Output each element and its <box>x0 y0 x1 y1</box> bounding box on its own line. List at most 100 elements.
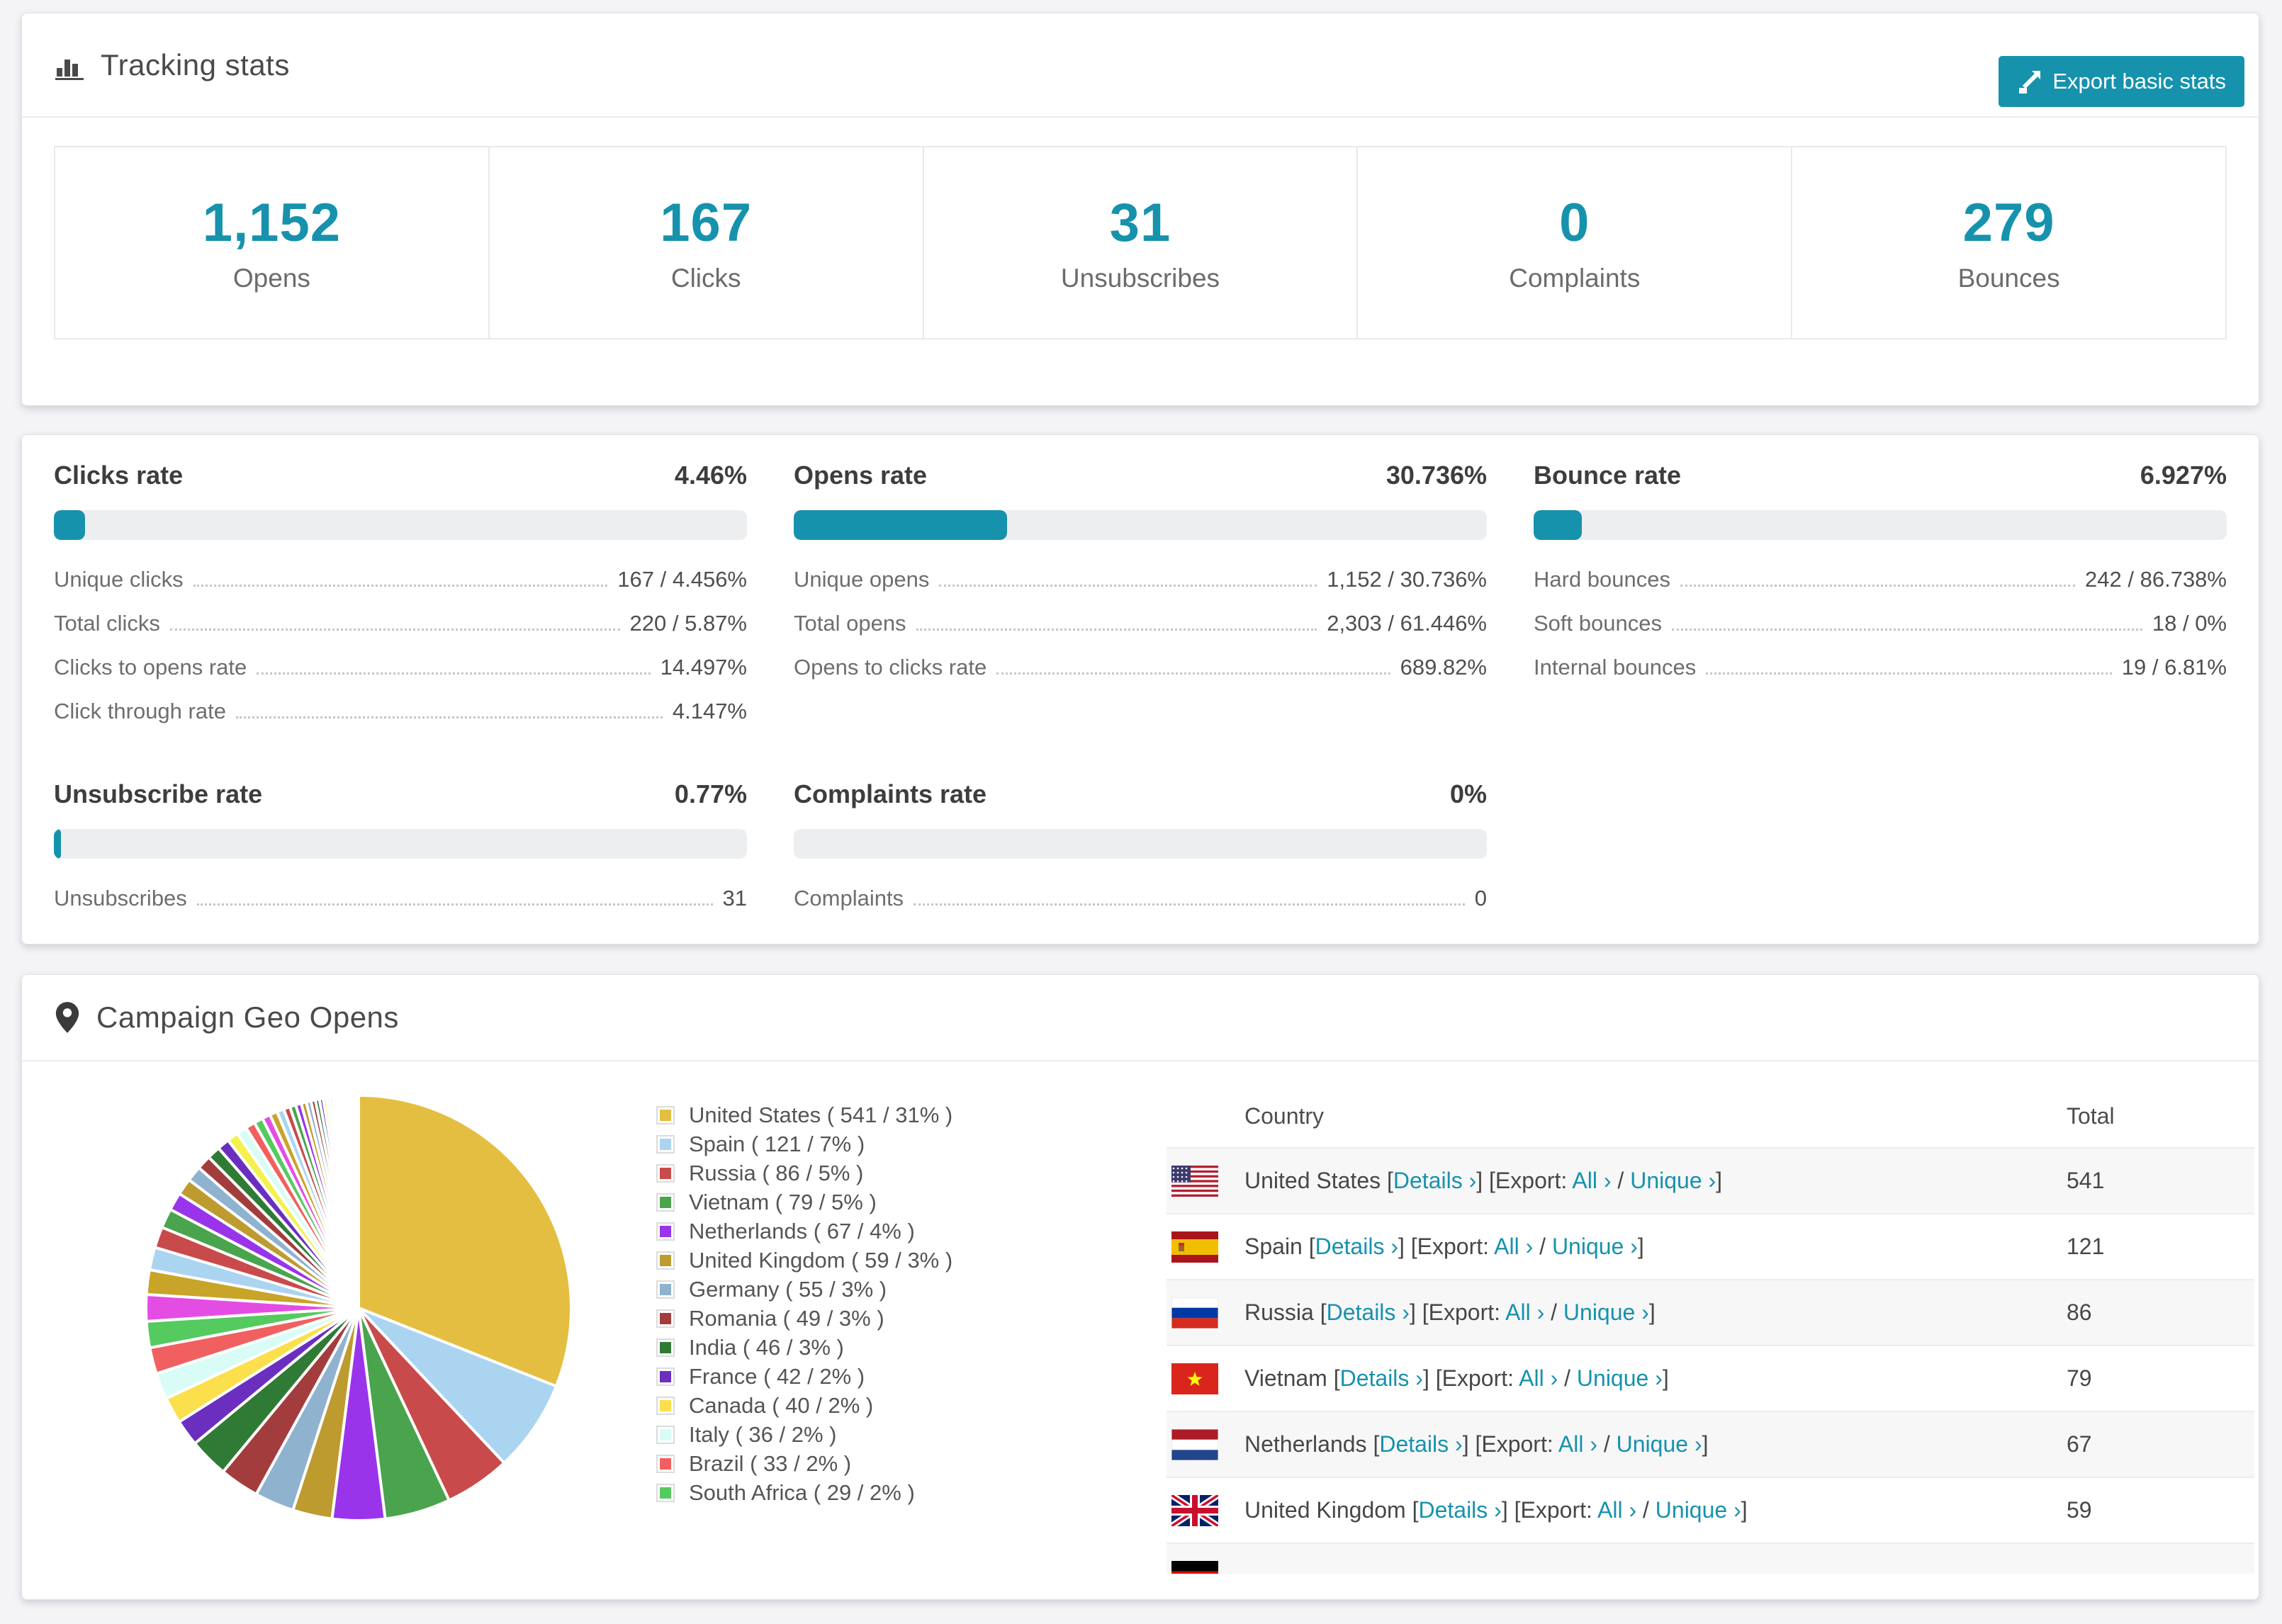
separator: / <box>1544 1299 1563 1325</box>
tracking-stats-title-text: Tracking stats <box>101 47 290 81</box>
export-prefix: [Export: <box>1410 1234 1495 1259</box>
legend-swatch <box>656 1251 675 1270</box>
dotted-leader <box>1671 628 2142 631</box>
export-unique-link[interactable]: Unique › <box>1552 1234 1638 1259</box>
geo-opens-table: Country Total United States [Details ›] … <box>1167 1085 2254 1574</box>
gb-flag-icon <box>1171 1495 1218 1526</box>
country-cell: Russia [Details ›] [Export: All › / Uniq… <box>1244 1299 1656 1326</box>
separator: / <box>1533 1234 1552 1259</box>
legend-swatch <box>656 1222 675 1241</box>
geo-opens-body: United States ( 541 / 31% ) Spain ( 121 /… <box>22 1061 2259 1574</box>
tracking-stats-card: Tracking stats Export basic stats 1,152 O… <box>21 13 2259 406</box>
country-name: Netherlands <box>1244 1431 1373 1457</box>
geo-table-row-united-kingdom: United Kingdom [Details ›] [Export: All … <box>1167 1477 2254 1543</box>
legend-swatch <box>656 1134 675 1154</box>
details-link[interactable]: Details › <box>1315 1234 1398 1259</box>
export-all-link[interactable]: All › <box>1505 1299 1544 1325</box>
bracket: [ <box>1320 1299 1327 1325</box>
geo-table-row-de <box>1167 1543 2254 1574</box>
country-name: Vietnam <box>1244 1365 1334 1391</box>
export-unique-link[interactable]: Unique › <box>1577 1365 1663 1391</box>
campaign-geo-opens-card: Campaign Geo Opens United States ( 541 /… <box>21 974 2259 1600</box>
dotted-leader <box>996 672 1390 675</box>
country-name: United Kingdom <box>1244 1497 1412 1523</box>
legend-label: Russia ( 86 / 5% ) <box>689 1160 864 1185</box>
export-unique-link[interactable]: Unique › <box>1617 1431 1702 1457</box>
geo-table-row-russia: Russia [Details ›] [Export: All › / Uniq… <box>1167 1279 2254 1345</box>
export-basic-stats-button[interactable]: Export basic stats <box>1999 56 2244 107</box>
legend-item-united-kingdom: United Kingdom ( 59 / 3% ) <box>656 1246 952 1275</box>
details-link[interactable]: Details › <box>1340 1365 1423 1391</box>
export-all-link[interactable]: All › <box>1597 1497 1636 1523</box>
country-name: United States <box>1244 1168 1387 1193</box>
legend-item-france: France ( 42 / 2% ) <box>656 1362 952 1391</box>
details-link[interactable]: Details › <box>1393 1168 1476 1193</box>
metric-label: Complaints <box>794 886 904 910</box>
country-cell: United Kingdom [Details ›] [Export: All … <box>1244 1497 1748 1523</box>
complaints-rate-metrics: Complaints 0 <box>794 886 1487 911</box>
bracket: ] <box>1648 1299 1656 1325</box>
export-prefix: [Export: <box>1514 1497 1597 1523</box>
export-all-link[interactable]: All › <box>1572 1168 1611 1193</box>
export-unique-link[interactable]: Unique › <box>1656 1497 1741 1523</box>
metric-value: 18 / 0% <box>2152 611 2227 636</box>
export-icon <box>2017 69 2042 94</box>
legend-swatch <box>656 1338 675 1357</box>
rates-grid-bottom: Unsubscribe rate 0.77% Unsubscribes 31 Co… <box>54 779 2227 930</box>
bracket: ] <box>1422 1365 1436 1391</box>
vn-flag-icon <box>1171 1363 1218 1394</box>
stat-label: Complaints <box>1509 264 1641 293</box>
opens-rate-metrics: Unique opens 1,152 / 30.736% Total opens 2,… <box>794 567 1487 680</box>
legend-item-vietnam: Vietnam ( 79 / 5% ) <box>656 1188 952 1217</box>
unsubscribe-rate-value: 0.77% <box>674 779 747 808</box>
dotted-leader <box>235 716 663 718</box>
metric-label: Clicks to opens rate <box>54 655 247 680</box>
total-cell: 67 <box>2067 1431 2092 1457</box>
stat-label: Bounces <box>1957 264 2060 293</box>
legend-item-netherlands: Netherlands ( 67 / 4% ) <box>656 1217 952 1246</box>
export-all-link[interactable]: All › <box>1558 1431 1597 1457</box>
stat-box-bounces: 279 Bounces <box>1791 146 2227 339</box>
geo-table-row-united-states: United States [Details ›] [Export: All ›… <box>1167 1147 2254 1213</box>
opens-rate-progressbar <box>794 510 1487 540</box>
opens-rate-value: 30.736% <box>1386 461 1487 490</box>
metric-row: Total opens 2,303 / 61.446% <box>794 611 1487 636</box>
total-cell: 541 <box>2067 1168 2105 1193</box>
clicks-rate-block: Clicks rate 4.46% Unique clicks 167 / 4.4… <box>54 461 747 743</box>
details-link[interactable]: Details › <box>1418 1497 1501 1523</box>
country-cell: Spain [Details ›] [Export: All › / Uniqu… <box>1244 1234 1644 1260</box>
legend-swatch <box>656 1309 675 1328</box>
stat-value: 167 <box>660 193 753 253</box>
legend-item-canada: Canada ( 40 / 2% ) <box>656 1391 952 1420</box>
export-all-link[interactable]: All › <box>1494 1234 1533 1259</box>
bracket: [ <box>1333 1365 1340 1391</box>
dotted-leader <box>257 672 651 675</box>
total-cell: 121 <box>2067 1234 2105 1259</box>
details-link[interactable]: Details › <box>1379 1431 1462 1457</box>
legend-swatch <box>656 1192 675 1212</box>
metric-row: Unsubscribes 31 <box>54 886 747 911</box>
geo-opens-title-text: Campaign Geo Opens <box>96 1000 399 1034</box>
metric-value: 14.497% <box>660 655 747 680</box>
rates-grid-top: Clicks rate 4.46% Unique clicks 167 / 4.4… <box>54 461 2227 743</box>
details-link[interactable]: Details › <box>1327 1299 1410 1325</box>
geo-opens-header: Campaign Geo Opens <box>22 975 2259 1061</box>
metric-value: 167 / 4.456% <box>617 567 747 592</box>
legend-item-brazil: Brazil ( 33 / 2% ) <box>656 1449 952 1478</box>
bracket: [ <box>1387 1168 1393 1193</box>
bracket: ] <box>1637 1234 1644 1259</box>
complaints-rate-block: Complaints rate 0% Complaints 0 <box>794 779 1487 930</box>
stat-box-opens: 1,152 Opens <box>54 146 490 339</box>
export-all-link[interactable]: All › <box>1519 1365 1558 1391</box>
total-cell: 79 <box>2067 1365 2092 1391</box>
legend-label: Brazil ( 33 / 2% ) <box>689 1450 852 1476</box>
legend-item-india: India ( 46 / 3% ) <box>656 1333 952 1362</box>
legend-item-italy: Italy ( 36 / 2% ) <box>656 1420 952 1449</box>
metric-value: 689.82% <box>1400 655 1487 680</box>
export-unique-link[interactable]: Unique › <box>1630 1168 1716 1193</box>
complaints-rate-progressbar <box>794 829 1487 859</box>
total-column-header: Total <box>2067 1103 2115 1129</box>
export-unique-link[interactable]: Unique › <box>1563 1299 1649 1325</box>
stat-value: 31 <box>1109 193 1171 253</box>
map-pin-icon <box>54 1000 81 1034</box>
